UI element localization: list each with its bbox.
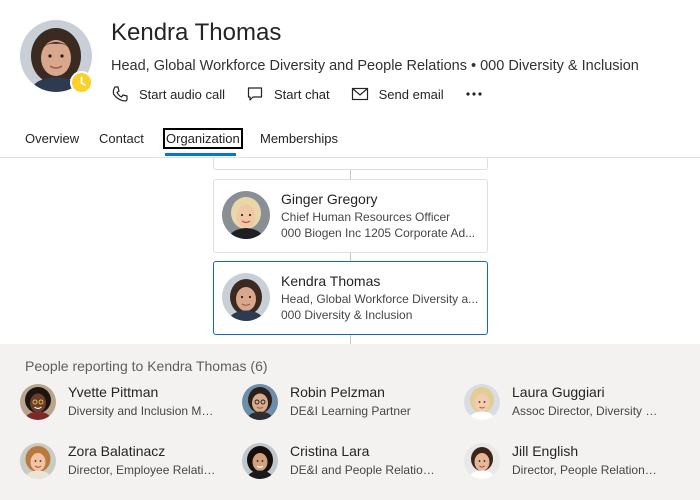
connector-line xyxy=(350,253,351,261)
report-avatar xyxy=(20,384,56,420)
current-person-title: Head, Global Workforce Diversity a... xyxy=(281,292,479,306)
report-title: Director, People Relations,... xyxy=(512,463,662,477)
report-person[interactable]: Zora Balatinacz Director, Employee Relat… xyxy=(20,441,235,481)
report-name: Robin Pelzman xyxy=(290,384,385,400)
report-avatar xyxy=(464,443,500,479)
profile-title: Head, Global Workforce Diversity and Peo… xyxy=(111,58,639,74)
start-audio-call-label: Start audio call xyxy=(139,86,225,102)
report-person[interactable]: Jill English Director, People Relations,… xyxy=(464,441,679,481)
phone-icon xyxy=(112,86,128,102)
mail-icon xyxy=(351,87,368,101)
report-person[interactable]: Yvette Pittman Diversity and Inclusion M… xyxy=(20,382,235,422)
org-chart: Ginger Gregory Chief Human Resources Off… xyxy=(0,158,700,344)
report-name: Zora Balatinacz xyxy=(68,443,166,459)
report-person[interactable]: Cristina Lara DE&I and People Relations.… xyxy=(242,441,457,481)
report-name: Jill English xyxy=(512,443,579,459)
manager-avatar xyxy=(222,191,270,239)
manager-card[interactable]: Ginger Gregory Chief Human Resources Off… xyxy=(213,179,488,253)
report-person[interactable]: Robin Pelzman DE&I Learning Partner xyxy=(242,382,457,422)
connector-line xyxy=(350,335,351,344)
report-avatar xyxy=(242,384,278,420)
report-title: Diversity and Inclusion Ma... xyxy=(68,404,218,418)
report-name: Laura Guggiari xyxy=(512,384,605,400)
report-title: DE&I and People Relations... xyxy=(290,463,440,477)
manager-title: Chief Human Resources Officer xyxy=(281,210,451,224)
tab-overview[interactable]: Overview xyxy=(25,131,79,146)
contact-actions: Start audio call Start chat Send email xyxy=(111,84,483,104)
direct-reports-heading: People reporting to Kendra Thomas (6) xyxy=(25,358,268,374)
report-person[interactable]: Laura Guggiari Assoc Director, Diversity… xyxy=(464,382,679,422)
profile-tabs: Overview Contact Organization Membership… xyxy=(0,118,700,158)
profile-name: Kendra Thomas xyxy=(111,19,282,46)
start-chat-label: Start chat xyxy=(274,86,330,102)
more-options-icon[interactable] xyxy=(465,91,483,97)
previous-manager-card[interactable] xyxy=(213,158,488,170)
active-tab-indicator xyxy=(165,153,236,156)
report-name: Cristina Lara xyxy=(290,443,370,459)
send-email-label: Send email xyxy=(378,86,444,102)
report-title: DE&I Learning Partner xyxy=(290,404,411,418)
current-person-name: Kendra Thomas xyxy=(281,273,381,289)
current-person-card[interactable]: Kendra Thomas Head, Global Workforce Div… xyxy=(213,261,488,335)
report-title: Director, Employee Relatio... xyxy=(68,463,218,477)
current-person-avatar xyxy=(222,273,270,321)
report-title: Assoc Director, Diversity an... xyxy=(512,404,662,418)
away-clock-icon xyxy=(70,71,93,94)
manager-department: 000 Biogen Inc 1205 Corporate Ad... xyxy=(281,226,476,240)
profile-header: Kendra Thomas Head, Global Workforce Div… xyxy=(0,0,700,118)
tab-memberships[interactable]: Memberships xyxy=(260,131,338,146)
direct-reports-panel: People reporting to Kendra Thomas (6) Yv… xyxy=(0,344,700,500)
tab-contact[interactable]: Contact xyxy=(99,131,144,146)
chat-icon xyxy=(247,87,263,101)
tab-organization[interactable]: Organization xyxy=(163,128,243,149)
manager-name: Ginger Gregory xyxy=(281,191,378,207)
start-chat-button[interactable]: Start chat xyxy=(246,85,330,103)
start-audio-call-button[interactable]: Start audio call xyxy=(111,85,225,103)
report-avatar xyxy=(464,384,500,420)
report-avatar xyxy=(20,443,56,479)
report-avatar xyxy=(242,443,278,479)
send-email-button[interactable]: Send email xyxy=(351,85,444,103)
current-person-department: 000 Diversity & Inclusion xyxy=(281,308,413,322)
report-name: Yvette Pittman xyxy=(68,384,159,400)
